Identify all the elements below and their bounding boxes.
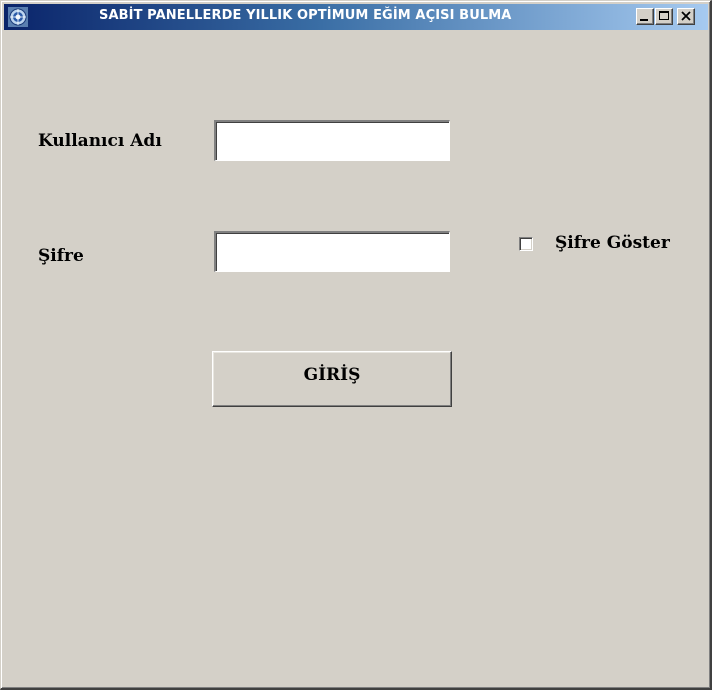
minimize-button[interactable] <box>636 8 654 25</box>
app-globe-icon[interactable] <box>8 7 28 27</box>
maximize-button[interactable] <box>655 8 673 25</box>
login-button-label: GİRİŞ <box>303 365 361 385</box>
checkbox-box[interactable] <box>519 237 533 251</box>
show-password-label[interactable]: Şifre Göster <box>555 233 670 253</box>
login-button[interactable]: GİRİŞ <box>212 351 452 407</box>
close-button[interactable] <box>677 8 695 25</box>
password-label: Şifre <box>38 246 84 266</box>
minimize-icon <box>640 19 648 21</box>
app-window: SABİT PANELLERDE YILLIK OPTİMUM EĞİM AÇI… <box>0 0 712 690</box>
maximize-icon <box>659 11 669 20</box>
close-icon <box>681 11 691 21</box>
username-input[interactable] <box>214 120 450 161</box>
username-label: Kullanıcı Adı <box>38 131 162 151</box>
password-input[interactable] <box>214 231 450 272</box>
window-title: SABİT PANELLERDE YILLIK OPTİMUM EĞİM AÇI… <box>99 8 512 23</box>
title-bar[interactable]: SABİT PANELLERDE YILLIK OPTİMUM EĞİM AÇI… <box>4 4 708 30</box>
